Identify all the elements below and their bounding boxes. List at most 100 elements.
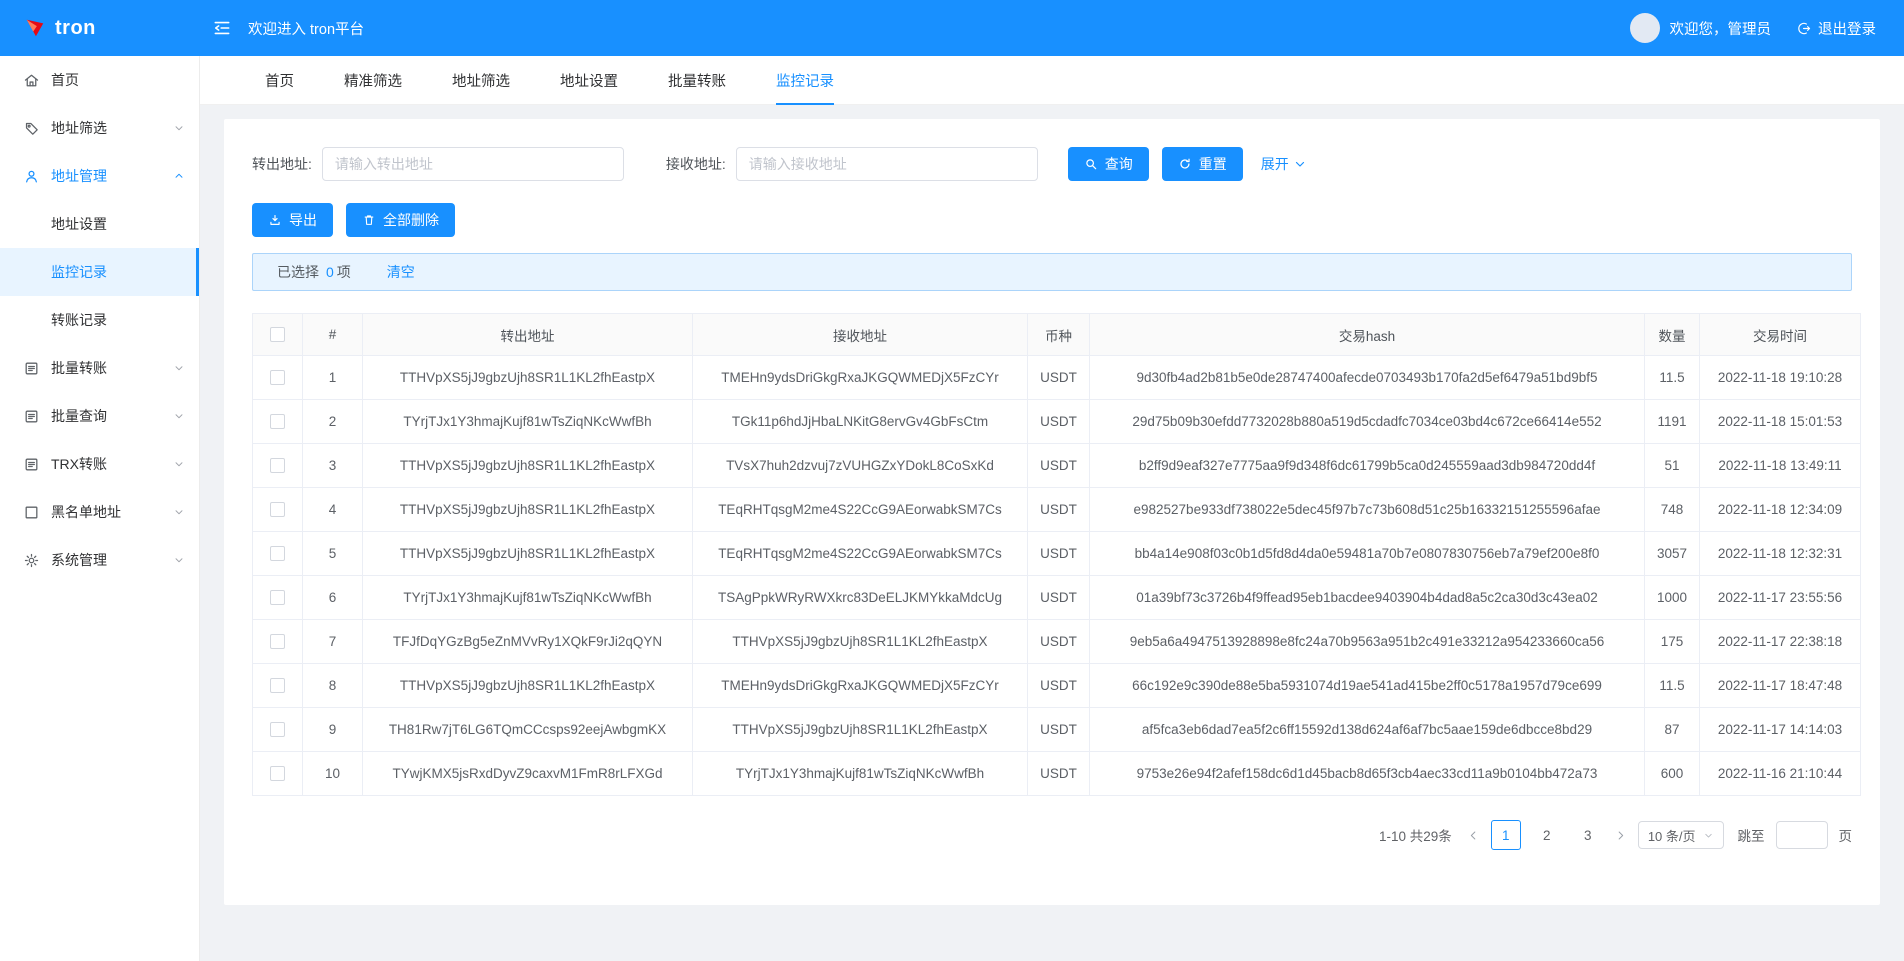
chevron-down-icon xyxy=(173,458,185,470)
col-header-5: 数量 xyxy=(1645,314,1700,356)
sidebar-item-10[interactable]: 系统管理 xyxy=(0,536,199,584)
col-header-6: 交易时间 xyxy=(1700,314,1861,356)
logout-button[interactable]: 退出登录 xyxy=(1797,18,1876,39)
cell-amount: 1191 xyxy=(1645,400,1700,444)
to-address-input[interactable] xyxy=(736,147,1038,181)
sidebar-subitem-4-selected[interactable]: 监控记录 xyxy=(0,248,199,296)
cell-coin: USDT xyxy=(1028,444,1090,488)
reset-button[interactable]: 重置 xyxy=(1162,147,1243,181)
cell-tx-time: 2022-11-18 15:01:53 xyxy=(1700,400,1861,444)
from-address-input[interactable] xyxy=(322,147,624,181)
from-address-label: 转出地址: xyxy=(252,154,312,174)
prev-page-button[interactable] xyxy=(1467,829,1480,842)
row-select-cell xyxy=(253,488,303,532)
row-select-cell xyxy=(253,708,303,752)
page-button-3[interactable]: 3 xyxy=(1573,820,1603,850)
row-checkbox[interactable] xyxy=(270,502,285,517)
user-greeting: 欢迎您，管理员 xyxy=(1670,18,1772,39)
row-select-cell xyxy=(253,532,303,576)
next-page-button[interactable] xyxy=(1614,829,1627,842)
cell-tx-time: 2022-11-18 12:32:31 xyxy=(1700,532,1861,576)
expand-toggle[interactable]: 展开 xyxy=(1261,154,1306,174)
pagination: 1-10 共29条12310 条/页跳至页 xyxy=(252,820,1852,850)
tab-0[interactable]: 首页 xyxy=(240,56,319,104)
clear-selection-link[interactable]: 清空 xyxy=(387,262,415,282)
row-checkbox[interactable] xyxy=(270,590,285,605)
row-checkbox[interactable] xyxy=(270,634,285,649)
row-checkbox[interactable] xyxy=(270,766,285,781)
list-icon xyxy=(23,360,40,377)
tab-5-active[interactable]: 监控记录 xyxy=(751,56,859,104)
cell-coin: USDT xyxy=(1028,752,1090,796)
select-all-checkbox[interactable] xyxy=(270,327,285,342)
cell-tx-time: 2022-11-17 22:38:18 xyxy=(1700,620,1861,664)
select-all-header xyxy=(253,314,303,356)
table-header-row: #转出地址接收地址币种交易hash数量交易时间 xyxy=(253,314,1861,356)
row-checkbox[interactable] xyxy=(270,414,285,429)
tab-2[interactable]: 地址筛选 xyxy=(427,56,535,104)
sidebar: 首页地址筛选地址管理地址设置监控记录转账记录批量转账批量查询 TRX转账黑名单地址… xyxy=(0,56,200,961)
cell-tx-time: 2022-11-17 18:47:48 xyxy=(1700,664,1861,708)
main-area: 首页精准筛选地址筛选地址设置批量转账监控记录 转出地址: 接收地址: 查询 xyxy=(200,0,1904,929)
sidebar-item-9[interactable]: 黑名单地址 xyxy=(0,488,199,536)
cell-tx-hash: bb4a14e908f03c0b1d5fd8d4da0e59481a70b7e0… xyxy=(1090,532,1645,576)
sidebar-item-8[interactable]: TRX转账 xyxy=(0,440,199,488)
tab-4[interactable]: 批量转账 xyxy=(643,56,751,104)
sidebar-item-2[interactable]: 地址管理 xyxy=(0,152,199,200)
cell-amount: 11.5 xyxy=(1645,356,1700,400)
top-header: tron 欢迎进入 tron平台 欢迎您，管理员 退出登录 xyxy=(0,0,1904,56)
row-checkbox[interactable] xyxy=(270,370,285,385)
sidebar-item-label: 黑名单地址 xyxy=(51,502,121,522)
home-icon xyxy=(23,72,40,89)
cell-amount: 1000 xyxy=(1645,576,1700,620)
sidebar-subitem-label: 地址设置 xyxy=(51,214,107,234)
welcome-text: 欢迎进入 tron平台 xyxy=(248,18,364,39)
row-checkbox[interactable] xyxy=(270,458,285,473)
cell-from-address: TH81Rw7jT6LG6TQmCCcsps92eejAwbgmKX xyxy=(363,708,693,752)
logout-icon xyxy=(1797,21,1812,36)
cell-from-address: TTHVpXS5jJ9gbzUjh8SR1L1KL2fhEastpX xyxy=(363,444,693,488)
table-row-8: 9TH81Rw7jT6LG6TQmCCcsps92eejAwbgmKXTTHVp… xyxy=(253,708,1861,752)
page-button-1-current[interactable]: 1 xyxy=(1491,820,1521,850)
cell-to-address: TEqRHTqsgM2me4S22CcG9AEorwabkSM7Cs xyxy=(693,488,1028,532)
table-row-9: 10TYwjKMX5jsRxdDyvZ9caxvM1FmR8rLFXGdTYrj… xyxy=(253,752,1861,796)
row-checkbox[interactable] xyxy=(270,722,285,737)
row-select-cell xyxy=(253,664,303,708)
refresh-icon xyxy=(1178,157,1192,171)
cell-tx-time: 2022-11-17 23:55:56 xyxy=(1700,576,1861,620)
sidebar-collapse-icon[interactable] xyxy=(212,18,232,38)
cell-index: 8 xyxy=(303,664,363,708)
cell-from-address: TYrjTJx1Y3hmajKujf81wTsZiqNKcWwfBh xyxy=(363,576,693,620)
cell-amount: 87 xyxy=(1645,708,1700,752)
row-checkbox[interactable] xyxy=(270,546,285,561)
table-row-5: 6TYrjTJx1Y3hmajKujf81wTsZiqNKcWwfBhTSAgP… xyxy=(253,576,1861,620)
page-button-2[interactable]: 2 xyxy=(1532,820,1562,850)
tab-1[interactable]: 精准筛选 xyxy=(319,56,427,104)
sidebar-item-0[interactable]: 首页 xyxy=(0,56,199,104)
cell-coin: USDT xyxy=(1028,400,1090,444)
page-size-select[interactable]: 10 条/页 xyxy=(1638,821,1724,849)
sidebar-subitem-3[interactable]: 地址设置 xyxy=(0,200,199,248)
tab-3[interactable]: 地址设置 xyxy=(535,56,643,104)
cell-amount: 600 xyxy=(1645,752,1700,796)
row-checkbox[interactable] xyxy=(270,678,285,693)
avatar[interactable] xyxy=(1630,13,1660,43)
cell-to-address: TVsX7huh2dzvuj7zVUHGZxYDokL8CoSxKd xyxy=(693,444,1028,488)
cell-tx-hash: e982527be933df738022e5dec45f97b7c73b608d… xyxy=(1090,488,1645,532)
sidebar-subitem-5[interactable]: 转账记录 xyxy=(0,296,199,344)
delete-all-button[interactable]: 全部删除 xyxy=(346,203,455,237)
export-button[interactable]: 导出 xyxy=(252,203,333,237)
search-button[interactable]: 查询 xyxy=(1068,147,1149,181)
cell-tx-time: 2022-11-18 12:34:09 xyxy=(1700,488,1861,532)
cell-from-address: TYrjTJx1Y3hmajKujf81wTsZiqNKcWwfBh xyxy=(363,400,693,444)
sidebar-item-7[interactable]: 批量查询 xyxy=(0,392,199,440)
tag-icon xyxy=(23,120,40,137)
sidebar-item-1[interactable]: 地址筛选 xyxy=(0,104,199,152)
chevron-down-icon xyxy=(1294,158,1306,170)
cell-amount: 51 xyxy=(1645,444,1700,488)
cell-tx-hash: b2ff9d9eaf327e7775aa9f9d348f6dc61799b5ca… xyxy=(1090,444,1645,488)
cell-to-address: TMEHn9ydsDriGkgRxaJKGQWMEDjX5FzCYr xyxy=(693,664,1028,708)
sidebar-item-6[interactable]: 批量转账 xyxy=(0,344,199,392)
jump-page-input[interactable] xyxy=(1776,821,1828,849)
sidebar-item-label: TRX转账 xyxy=(51,454,107,474)
